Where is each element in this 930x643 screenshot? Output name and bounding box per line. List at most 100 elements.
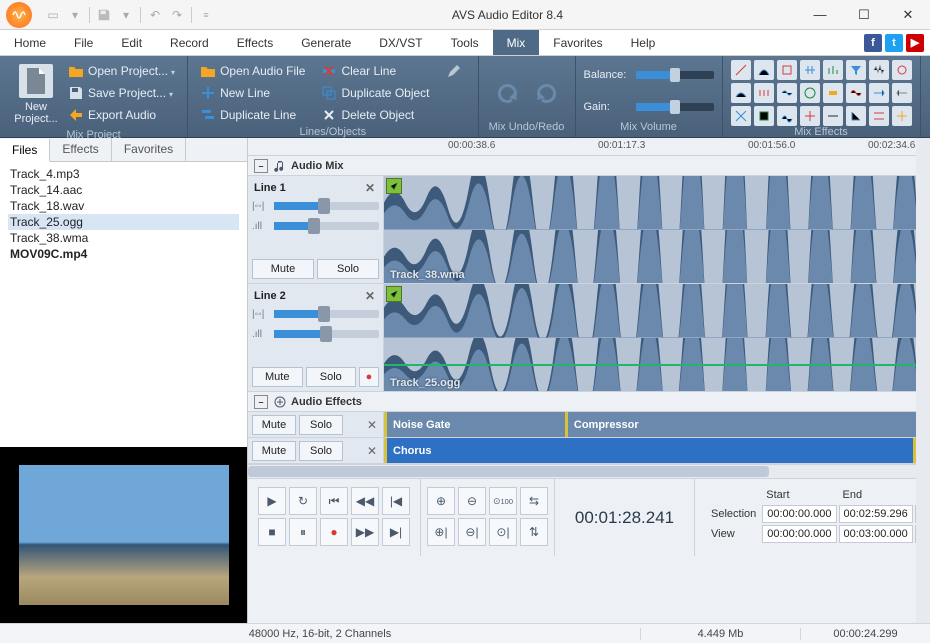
close-icon[interactable]: ✕ xyxy=(365,444,379,458)
export-audio-button[interactable]: Export Audio xyxy=(64,105,179,125)
fx-reverb-icon[interactable] xyxy=(731,83,751,103)
track-waveform[interactable]: Track_25.ogg xyxy=(384,284,916,391)
undo-icon[interactable] xyxy=(495,78,521,104)
menu-edit[interactable]: Edit xyxy=(107,30,156,55)
menu-favorites[interactable]: Favorites xyxy=(539,30,616,55)
menu-dxvst[interactable]: DX/VST xyxy=(365,30,436,55)
list-item[interactable]: Track_38.wma xyxy=(8,230,239,246)
solo-button[interactable]: Solo xyxy=(299,415,343,435)
fx-more-icon[interactable] xyxy=(892,106,912,126)
pan-slider[interactable] xyxy=(274,202,379,210)
close-icon[interactable]: ✕ xyxy=(363,289,377,303)
fx-silence-icon[interactable] xyxy=(823,106,843,126)
end-button[interactable]: ▶| xyxy=(382,518,410,546)
balance-slider[interactable] xyxy=(636,71,714,79)
close-icon[interactable]: ✕ xyxy=(363,181,377,195)
fx-vibrato-icon[interactable] xyxy=(846,83,866,103)
mute-button[interactable]: Mute xyxy=(252,259,314,279)
start-button[interactable]: |◀ xyxy=(382,487,410,515)
collapse-icon[interactable]: – xyxy=(254,159,268,173)
qat-customize-icon[interactable]: ≡ xyxy=(195,5,217,25)
fx-wah-icon[interactable] xyxy=(754,106,774,126)
fx-tempo-icon[interactable] xyxy=(731,106,751,126)
sel-end[interactable]: 00:02:59.296 xyxy=(839,505,913,523)
fx-timestretch-icon[interactable] xyxy=(869,83,889,103)
qat-save-dd-icon[interactable]: ▾ xyxy=(115,5,137,25)
fx-amplify-icon[interactable] xyxy=(731,60,751,80)
fx-clip-compressor[interactable]: Compressor xyxy=(565,412,916,437)
vertical-scrollbar[interactable] xyxy=(916,138,930,623)
mute-button[interactable]: Mute xyxy=(252,441,296,461)
fx-phaser-icon[interactable] xyxy=(823,83,843,103)
fx-normalize-icon[interactable] xyxy=(777,60,797,80)
open-audio-file-button[interactable]: Open Audio File xyxy=(196,61,309,81)
menu-record[interactable]: Record xyxy=(156,30,223,55)
fx-delay-icon[interactable] xyxy=(754,83,774,103)
mute-button[interactable]: Mute xyxy=(252,367,303,387)
list-item[interactable]: Track_4.mp3 xyxy=(8,166,239,182)
menu-help[interactable]: Help xyxy=(617,30,670,55)
menu-file[interactable]: File xyxy=(60,30,107,55)
solo-button[interactable]: Solo xyxy=(299,441,343,461)
fx-filter-icon[interactable] xyxy=(846,60,866,80)
record-arm-button[interactable]: ● xyxy=(359,367,379,387)
menu-effects[interactable]: Effects xyxy=(223,30,287,55)
solo-button[interactable]: Solo xyxy=(317,259,379,279)
timeline-ruler[interactable]: 00:00:38.6 00:01:17.3 00:01:56.0 00:02:3… xyxy=(248,138,916,156)
zoom-region-button[interactable]: ⇅ xyxy=(520,518,548,546)
edit-tool-button[interactable] xyxy=(442,61,470,81)
horizontal-scrollbar[interactable] xyxy=(248,464,916,478)
qat-redo-icon[interactable]: ↷ xyxy=(166,5,188,25)
delete-object-button[interactable]: Delete Object xyxy=(317,105,433,125)
list-item[interactable]: MOV09C.mp4 xyxy=(8,246,239,262)
twitter-icon[interactable]: t xyxy=(885,34,903,52)
clip-handle-icon[interactable] xyxy=(386,178,402,194)
fx-clip-chorus[interactable]: Chorus xyxy=(384,438,916,463)
fx-eq-icon[interactable] xyxy=(823,60,843,80)
sel-start[interactable]: 00:00:00.000 xyxy=(762,505,836,523)
fx-pitch-icon[interactable] xyxy=(892,60,912,80)
qat-undo-icon[interactable]: ↶ xyxy=(144,5,166,25)
fx-flanger-icon[interactable] xyxy=(800,83,820,103)
zoom-fit-button[interactable]: ⊙| xyxy=(489,518,517,546)
duplicate-line-button[interactable]: Duplicate Line xyxy=(196,105,309,125)
rewind-button[interactable]: ◀◀ xyxy=(351,487,379,515)
pause-button[interactable]: ⏸ xyxy=(289,518,317,546)
zoom-100-button[interactable]: ⊙100 xyxy=(489,487,517,515)
fx-reverse-icon[interactable] xyxy=(892,83,912,103)
fx-invert-icon[interactable] xyxy=(800,106,820,126)
zoom-sel-button[interactable]: ⇆ xyxy=(520,487,548,515)
qat-open-icon[interactable]: ▾ xyxy=(64,5,86,25)
redo-icon[interactable] xyxy=(533,78,559,104)
view-end[interactable]: 00:03:00.000 xyxy=(839,525,913,543)
solo-button[interactable]: Solo xyxy=(306,367,357,387)
fx-limiter-icon[interactable] xyxy=(869,106,889,126)
youtube-icon[interactable]: ▶ xyxy=(906,34,924,52)
fx-clip-noise-gate[interactable]: Noise Gate xyxy=(384,412,565,437)
clear-line-button[interactable]: Clear Line xyxy=(317,61,433,81)
list-item[interactable]: Track_14.aac xyxy=(8,182,239,198)
list-item[interactable]: Track_25.ogg xyxy=(8,214,239,230)
mute-button[interactable]: Mute xyxy=(252,415,296,435)
tab-files[interactable]: Files xyxy=(0,139,50,162)
menu-mix[interactable]: Mix xyxy=(493,30,540,55)
zoom-in-button[interactable]: ⊕ xyxy=(427,487,455,515)
menu-home[interactable]: Home xyxy=(0,30,60,55)
facebook-icon[interactable]: f xyxy=(864,34,882,52)
zoom-out-button[interactable]: ⊖ xyxy=(458,487,486,515)
close-icon[interactable]: ✕ xyxy=(365,418,379,432)
forward-button[interactable]: ▶▶ xyxy=(351,518,379,546)
tab-favorites[interactable]: Favorites xyxy=(112,138,186,161)
qat-save-icon[interactable] xyxy=(93,5,115,25)
volume-slider[interactable] xyxy=(274,222,379,230)
zoom-v-in-button[interactable]: ⊕| xyxy=(427,518,455,546)
fx-chorus-icon[interactable] xyxy=(777,83,797,103)
qat-new-icon[interactable]: ▭ xyxy=(42,5,64,25)
volume-slider[interactable] xyxy=(274,330,379,338)
fx-gate-icon[interactable] xyxy=(846,106,866,126)
tab-effects[interactable]: Effects xyxy=(50,138,111,161)
menu-tools[interactable]: Tools xyxy=(437,30,493,55)
new-project-button[interactable]: New Project... xyxy=(8,60,64,129)
fx-fade-icon[interactable] xyxy=(754,60,774,80)
maximize-button[interactable]: ☐ xyxy=(842,1,886,29)
